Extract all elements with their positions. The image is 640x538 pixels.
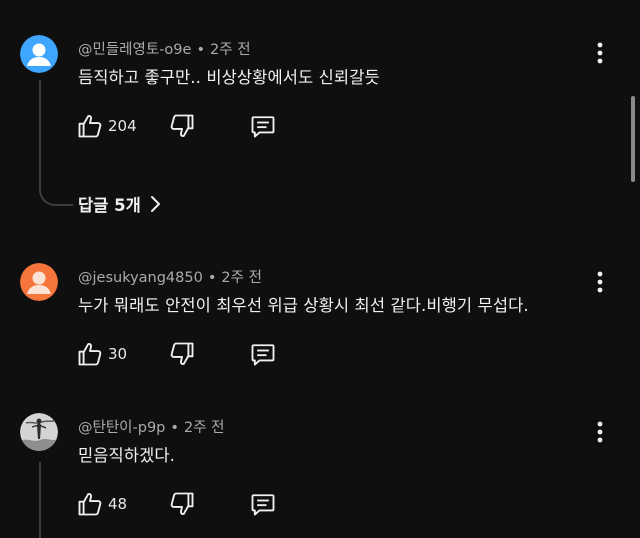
comment-text: 누가 뭐래도 안전이 최우선 위급 상황시 최선 같다.비행기 무섭다.	[78, 296, 529, 315]
avatar[interactable]	[20, 263, 58, 301]
avatar[interactable]	[20, 35, 58, 73]
replies-label: 답글 5개	[78, 196, 141, 215]
thread-connector	[39, 170, 73, 206]
thumbs-down-icon	[170, 492, 194, 515]
like-button[interactable]: 204	[76, 111, 137, 141]
meta-separator: •	[196, 42, 206, 58]
more-vert-icon	[597, 421, 603, 443]
default-person-icon	[20, 263, 58, 301]
comment-text: 믿음직하겠다.	[78, 446, 176, 465]
photo-avatar	[20, 413, 58, 451]
thumbs-up-icon	[78, 343, 102, 366]
author-name[interactable]: @탄탄이-p9p	[78, 420, 165, 436]
author-name[interactable]: @jesukyang4850	[78, 270, 203, 286]
default-person-icon	[20, 35, 58, 73]
thumbs-up-icon	[78, 115, 102, 138]
comment-text: 듬직하고 좋구만.. 비상상황에서도 신뢰갈듯	[78, 68, 380, 87]
like-button[interactable]: 30	[76, 339, 127, 369]
comment-meta: @민들레영토-o9e • 2주 전	[78, 38, 251, 59]
thread-line	[39, 462, 41, 538]
thumbs-up-icon	[78, 493, 102, 516]
reply-button[interactable]	[249, 339, 277, 369]
comment-time[interactable]: 2주 전	[184, 420, 225, 436]
more-vert-icon	[597, 271, 603, 293]
view-replies-button[interactable]: 답글 5개	[78, 190, 161, 218]
like-button[interactable]: 48	[76, 489, 127, 519]
comment-meta: @jesukyang4850 • 2주 전	[78, 266, 262, 287]
meta-separator: •	[170, 420, 179, 436]
reply-comment-icon	[251, 344, 275, 366]
reply-button[interactable]	[249, 489, 277, 519]
comment-time[interactable]: 2주 전	[210, 42, 251, 58]
more-vert-icon	[597, 42, 603, 64]
like-count: 30	[108, 345, 128, 363]
reply-button[interactable]	[249, 111, 277, 141]
thumbs-down-icon	[170, 342, 194, 365]
comment-time[interactable]: 2주 전	[221, 270, 262, 286]
like-count: 204	[108, 117, 137, 135]
dislike-button[interactable]	[168, 339, 196, 369]
like-count: 48	[108, 495, 128, 513]
thread-line	[39, 80, 41, 172]
comment-meta: @탄탄이-p9p • 2주 전	[78, 416, 224, 437]
more-options-button[interactable]	[588, 38, 612, 68]
thumbs-down-icon	[170, 114, 194, 137]
reply-comment-icon	[251, 116, 275, 138]
scrollbar-thumb[interactable]	[631, 96, 635, 182]
reply-comment-icon	[251, 494, 275, 516]
avatar[interactable]	[20, 413, 58, 451]
dislike-button[interactable]	[168, 111, 196, 141]
author-name[interactable]: @민들레영토-o9e	[78, 42, 191, 58]
dislike-button[interactable]	[168, 489, 196, 519]
more-options-button[interactable]	[588, 417, 612, 447]
chevron-right-icon	[150, 196, 160, 212]
meta-separator: •	[207, 270, 217, 286]
more-options-button[interactable]	[588, 267, 612, 297]
